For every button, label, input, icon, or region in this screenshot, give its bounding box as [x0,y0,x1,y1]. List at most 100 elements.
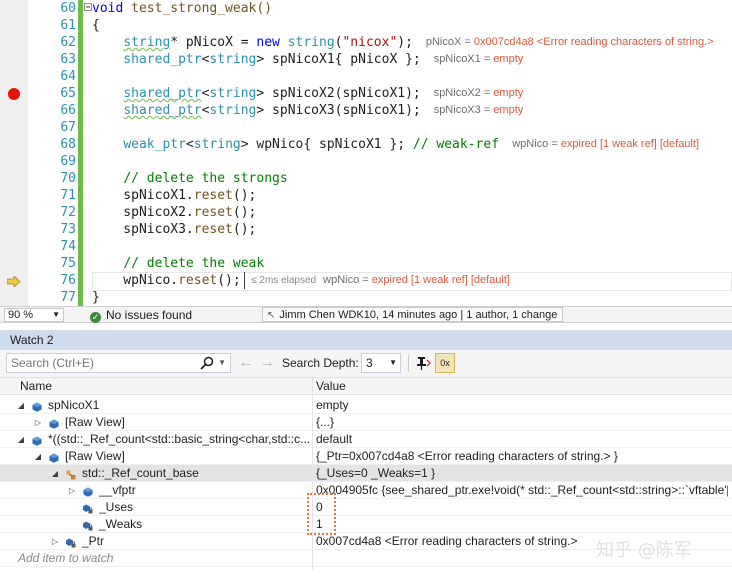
watch-row[interactable]: ◢ std::_Ref_count_base {_Uses=0 _Weaks=1 } [0,465,732,482]
code-token: { [92,18,100,33]
back-arrow-icon[interactable]: ← [238,354,254,372]
line-number: 67 [60,120,76,135]
code-line[interactable]: shared_ptr<string> spNicoX3(spNicoX1); [92,102,420,119]
codelens-text: Jimm Chen WDK10, 14 minutes ago | 1 auth… [279,309,558,321]
datatip-equals: = [548,138,561,150]
code-line[interactable]: string* pNicoX = new string("nicox"); [92,34,413,51]
column-header-value[interactable]: Value [316,378,346,395]
pin-icon[interactable] [414,354,432,372]
line-number: 72 [60,205,76,220]
code-token: shared_ptr [123,86,202,101]
inline-datatip[interactable]: spNicoX2 = empty [434,85,524,102]
expand-arrow-icon[interactable]: ▷ [33,414,43,431]
watch-row-value[interactable]: default [316,431,728,448]
code-token: shared_ptr [123,103,202,118]
code-token: // delete the weak [123,256,265,271]
watch-row-name: _Uses [99,500,134,514]
code-line[interactable]: { [92,17,100,34]
object-icon [32,435,42,446]
watermark: 知乎 @陈军 [596,540,692,561]
collapse-arrow-icon[interactable]: ◢ [50,465,60,482]
collapse-arrow-icon[interactable]: ◢ [16,397,26,414]
watch-row-value[interactable]: 0x004905fc {see_shared_ptr.exe!void(* st… [316,482,728,499]
collapse-arrow-icon[interactable]: ◢ [33,448,43,465]
watch-row[interactable]: ◢ *((std::_Ref_count<std::basic_string<ch… [0,431,732,448]
code-token: string [193,137,241,152]
code-line[interactable]: weak_ptr<string> wpNico{ spNicoX1 }; // … [92,136,499,153]
collapse-icon[interactable] [84,2,92,12]
watch-panel-title[interactable]: Watch 2 [0,330,732,350]
watch-row-value[interactable]: 0 [316,499,728,516]
field-lock-icon [83,503,93,514]
watch-title-text: Watch 2 [10,333,54,347]
expand-arrow-icon[interactable]: ▷ [50,533,60,550]
object-icon [83,486,93,497]
watch-row-value[interactable]: {_Uses=0 _Weaks=1 } [316,465,728,482]
inline-datatip[interactable]: wpNico = expired [1 weak ref] [default] [512,136,699,153]
code-line[interactable]: shared_ptr<string> spNicoX2(spNicoX1); [92,85,420,102]
code-token: reset [178,273,218,288]
code-token: (); [232,222,257,237]
datatip-value: expired [1 weak ref] [default] [371,274,510,286]
zoom-dropdown[interactable]: 90 % ▼ [4,308,64,322]
watch-row-value[interactable]: {_Ptr=0x007cd4a8 <Error reading characte… [316,448,728,465]
search-icon[interactable] [200,356,214,370]
code-line[interactable]: // delete the weak [92,255,264,272]
code-line[interactable]: spNicoX2.reset(); [92,204,256,221]
watch-search-box[interactable]: ▼ [6,353,231,373]
forward-arrow-icon[interactable]: → [259,354,275,372]
code-token: // weak-ref [412,137,500,152]
expand-arrow-icon[interactable]: ▷ [67,482,77,499]
watch-row[interactable]: ▷ [Raw View] {...} [0,414,732,431]
codelens-author[interactable]: ↖ Jimm Chen WDK10, 14 minutes ago | 1 aut… [262,307,564,322]
code-line[interactable]: spNicoX3.reset(); [92,221,256,238]
watch-row-value[interactable]: {...} [316,414,728,431]
code-line[interactable]: // delete the strongs [92,170,288,187]
watch-row-value[interactable]: 1 [316,516,728,533]
code-editor[interactable]: 60 61 62 63 64 65 66 67 68 69 70 71 72 73 74 75 76 77 voi… [0,0,732,306]
code-token: reset [193,205,233,220]
code-line[interactable]: shared_ptr<string> spNicoX1{ pNicoX }; [92,51,420,68]
code-area[interactable]: void test_strong_weak(){ string* pNicoX … [92,0,732,306]
chevron-down-icon: ▼ [52,310,60,319]
code-token: string [123,35,171,50]
perf-tip-elapsed[interactable]: ≤ 2ms elapsed [244,272,316,289]
line-number: 63 [60,52,76,67]
watch-toolbar: ▼ ← → Search Depth: 3 ▼ 0x [0,350,732,378]
chevron-down-icon[interactable]: ▼ [218,355,226,371]
base-class-icon [66,469,76,480]
glyph-margin[interactable] [0,0,28,306]
datatip-name: spNicoX3 [433,104,481,116]
code-line[interactable]: spNicoX1.reset(); [92,187,256,204]
inline-datatip[interactable]: spNicoX3 = empty [434,102,524,119]
code-token: * pNicoX = [170,35,257,50]
inline-datatip[interactable]: spNicoX1 = empty [434,51,524,68]
code-line[interactable]: wpNico.reset(); [92,272,240,289]
zoom-value: 90 % [8,309,34,321]
code-line[interactable]: } [92,289,100,306]
inline-datatip[interactable]: wpNico = expired [1 weak ref] [default] [323,272,510,289]
watch-row[interactable]: _Uses 0 [0,499,732,516]
search-input[interactable] [7,354,197,372]
hex-display-toggle[interactable]: 0x [435,353,455,373]
collapse-arrow-icon[interactable]: ◢ [16,431,26,448]
object-icon [32,401,42,412]
watch-row[interactable]: ◢ [Raw View] {_Ptr=0x007cd4a8 <Error readi… [0,448,732,465]
add-watch-placeholder[interactable]: Add item to watch [18,550,113,567]
watch-row-value[interactable]: empty [316,397,728,414]
datatip-value: expired [1 weak ref] [default] [560,138,699,150]
watch-row[interactable]: ◢ spNicoX1 empty [0,397,732,414]
column-header-name[interactable]: Name [20,378,52,395]
watch-row[interactable]: _Weaks 1 [0,516,732,533]
inline-datatip[interactable]: pNicoX = 0x007cd4a8 <Error reading chara… [426,34,714,51]
watch-row-name: spNicoX1 [48,398,100,412]
watch-row[interactable]: ▷ __vfptr 0x004905fc {see_shared_ptr.exe!v… [0,482,732,499]
column-divider[interactable] [312,378,313,570]
code-token: // delete the strongs [123,171,288,186]
issues-indicator[interactable]: ✓ No issues found [90,308,192,323]
search-depth-dropdown[interactable]: 3 ▼ [361,353,401,373]
breakpoint-icon[interactable] [8,88,20,100]
object-icon [49,418,59,429]
code-line[interactable]: void test_strong_weak() [92,0,272,17]
